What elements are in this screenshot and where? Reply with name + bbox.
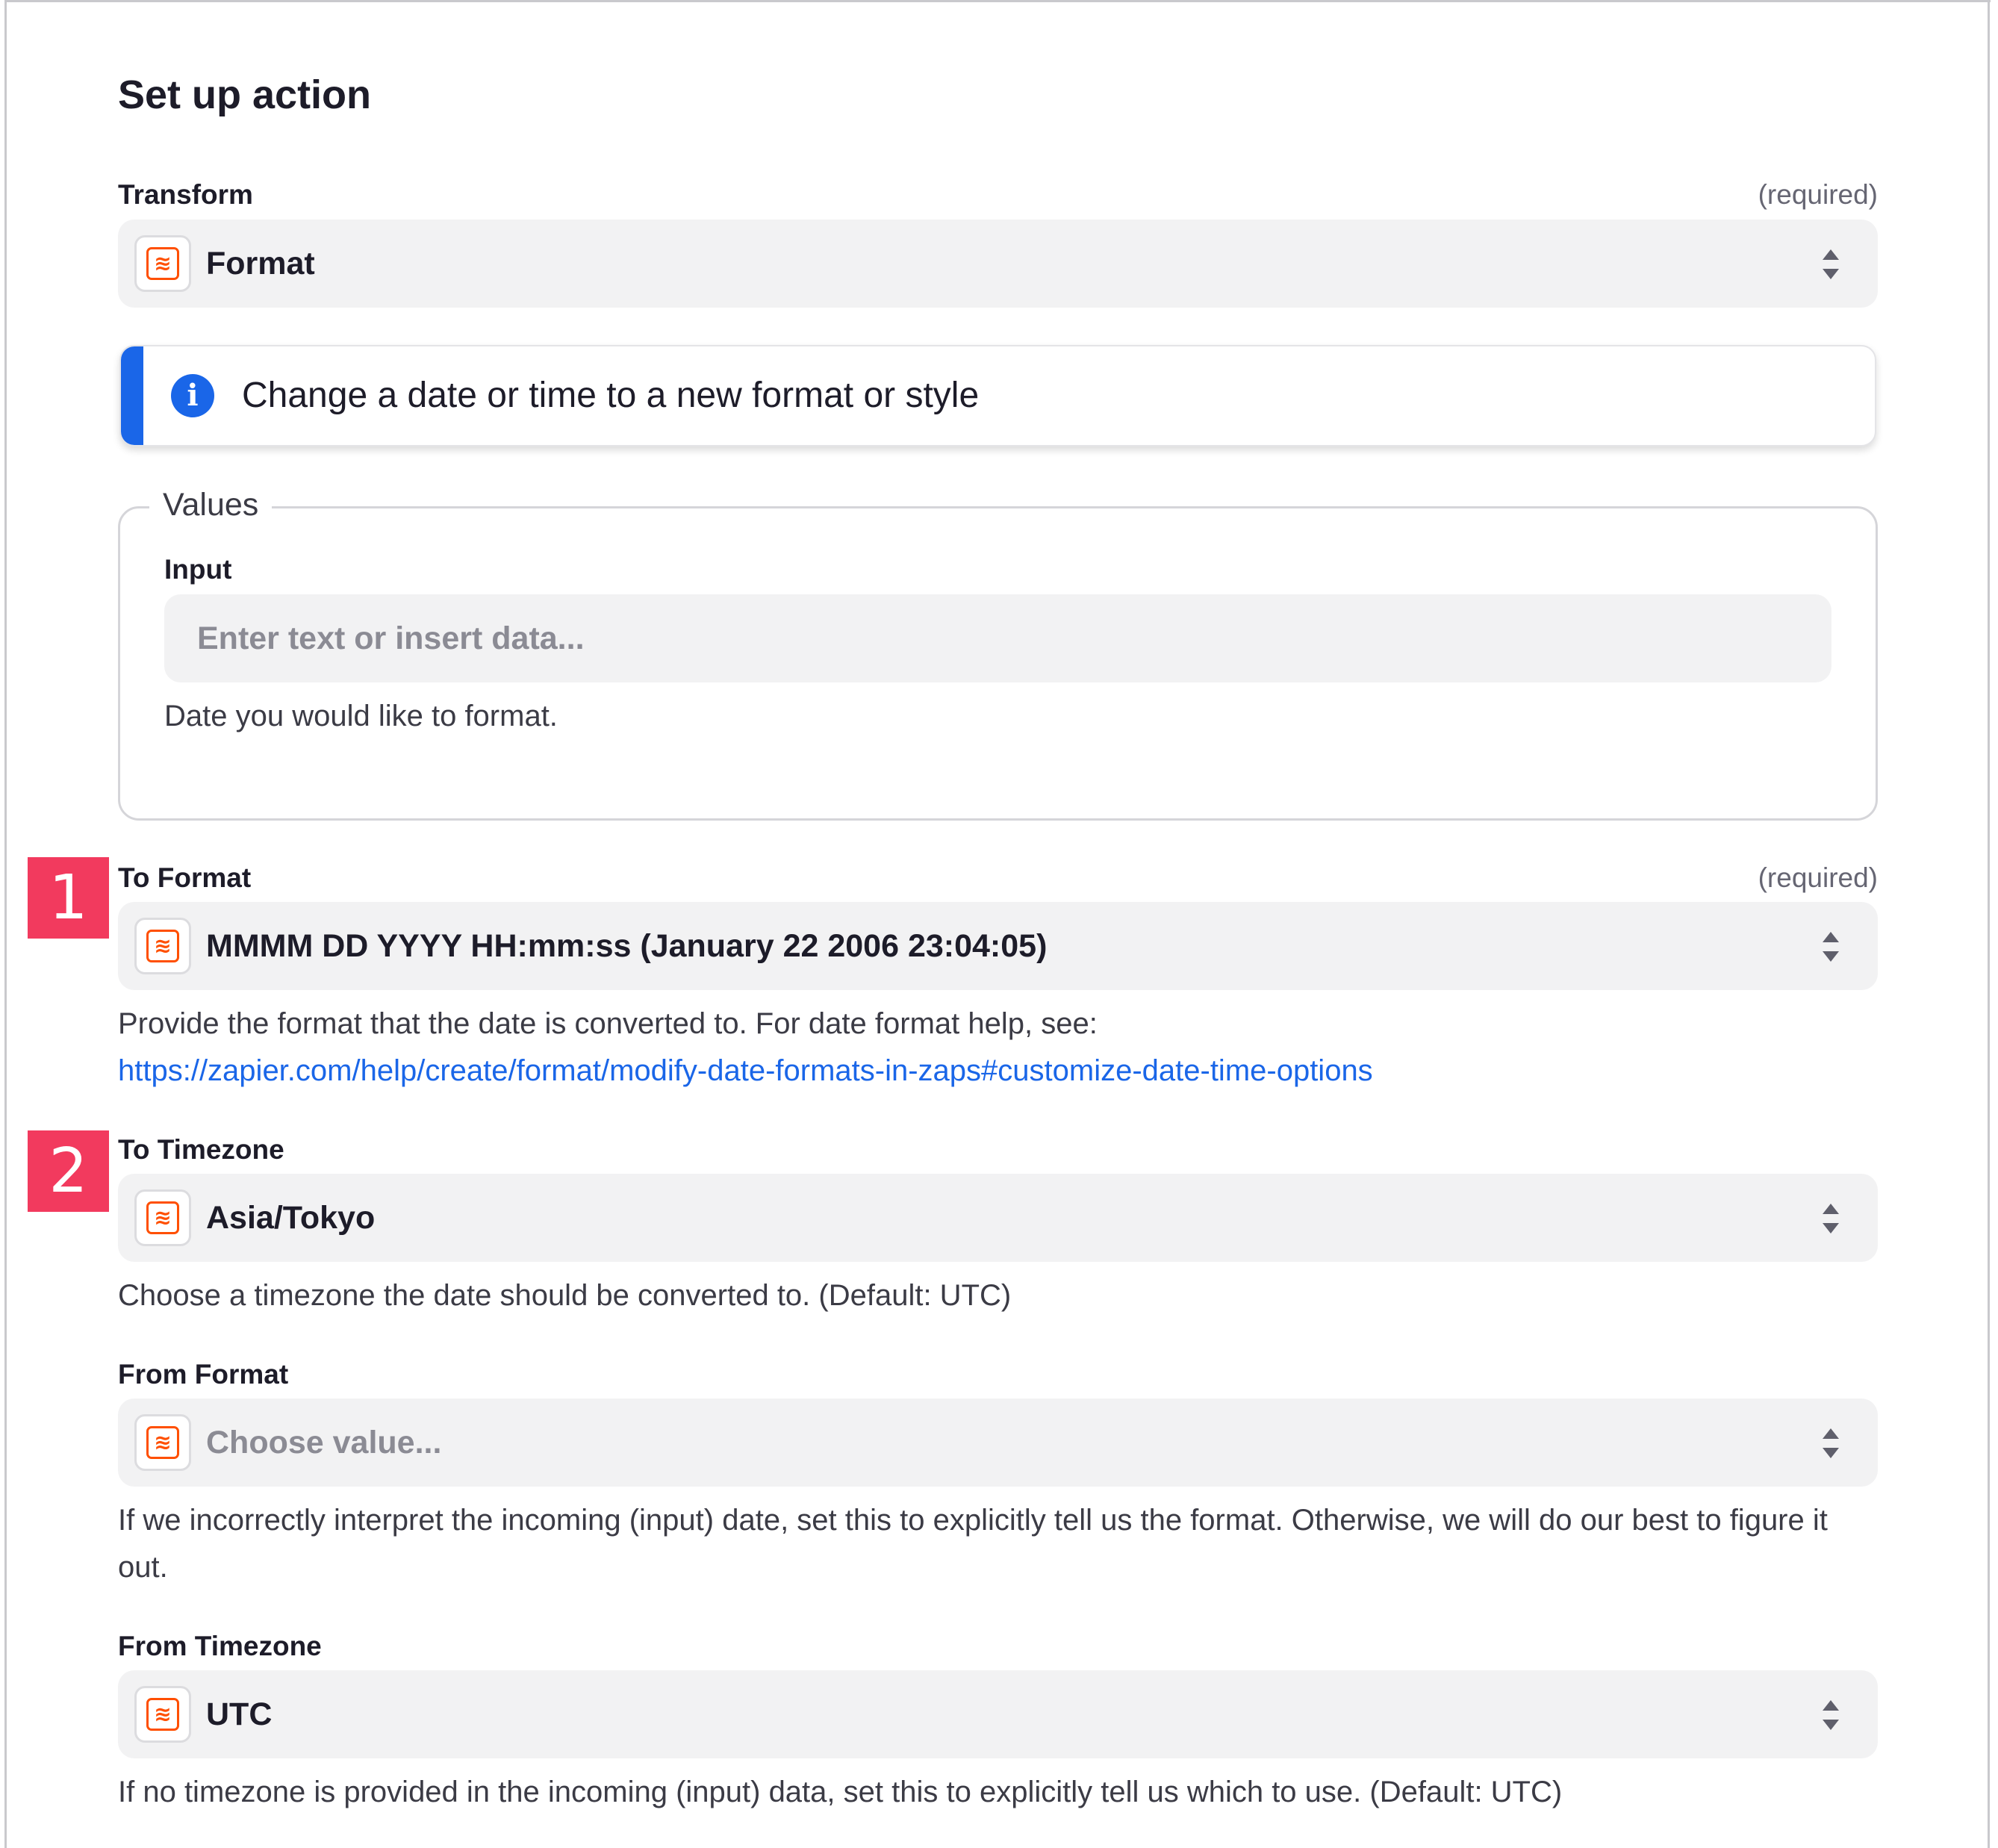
from-timezone-label: From Timezone [118,1631,322,1661]
transform-label: Transform [118,179,253,210]
annotation-badge-2: 2 [28,1130,109,1212]
transform-value: Format [206,246,315,281]
info-alert: i Change a date or time to a new format … [119,345,1876,447]
chevron-updown-icon [1823,1428,1839,1458]
transform-select[interactable]: ≋ Format [118,220,1878,308]
to-format-value: MMMM DD YYYY HH:mm:ss (January 22 2006 2… [206,928,1048,964]
from-format-label: From Format [118,1359,289,1390]
annotation-badge-1: 1 [28,857,109,939]
formatter-icon: ≋ [134,235,191,292]
input-label: Input [164,554,232,585]
chevron-updown-icon [1823,249,1839,279]
from-format-help: If we incorrectly interpret the incoming… [118,1504,1828,1584]
page-title: Set up action [118,72,372,117]
info-accent-bar [121,346,143,445]
to-timezone-label: To Timezone [118,1134,284,1165]
from-format-placeholder: Choose value... [206,1425,442,1460]
formatter-icon: ≋ [134,1686,191,1743]
to-format-select[interactable]: ≋ MMMM DD YYYY HH:mm:ss (January 22 2006… [118,902,1878,990]
to-timezone-value: Asia/Tokyo [206,1200,376,1236]
frame-border-left [4,0,7,1848]
from-timezone-select[interactable]: ≋ UTC [118,1670,1878,1758]
values-legend: Values [149,487,273,523]
frame-border-right [1988,0,1990,1848]
chevron-updown-icon [1823,1700,1839,1730]
chevron-updown-icon [1823,932,1839,962]
chevron-updown-icon [1823,1204,1839,1233]
from-format-select[interactable]: ≋ Choose value... [118,1399,1878,1487]
to-timezone-select[interactable]: ≋ Asia/Tokyo [118,1174,1878,1262]
formatter-icon: ≋ [134,1189,191,1246]
to-format-help-text: Provide the format that the date is conv… [118,1007,1098,1040]
to-timezone-help: Choose a timezone the date should be con… [118,1279,1012,1312]
date-format-help-link[interactable]: https://zapier.com/help/create/format/mo… [118,1054,1373,1087]
from-timezone-value: UTC [206,1696,273,1732]
transform-required: (required) [1758,179,1878,210]
input-help: Date you would like to format. [164,700,558,732]
to-format-required: (required) [1758,862,1878,893]
frame-border-top [6,0,1991,2]
to-format-help: Provide the format that the date is conv… [118,1001,1878,1095]
info-text: Change a date or time to a new format or… [242,376,980,415]
formatter-icon: ≋ [134,1414,191,1471]
input-field[interactable] [164,594,1832,682]
from-timezone-help: If no timezone is provided in the incomi… [118,1776,1563,1808]
info-icon: i [171,374,214,417]
formatter-icon: ≋ [134,918,191,974]
to-format-label: To Format [118,862,252,893]
